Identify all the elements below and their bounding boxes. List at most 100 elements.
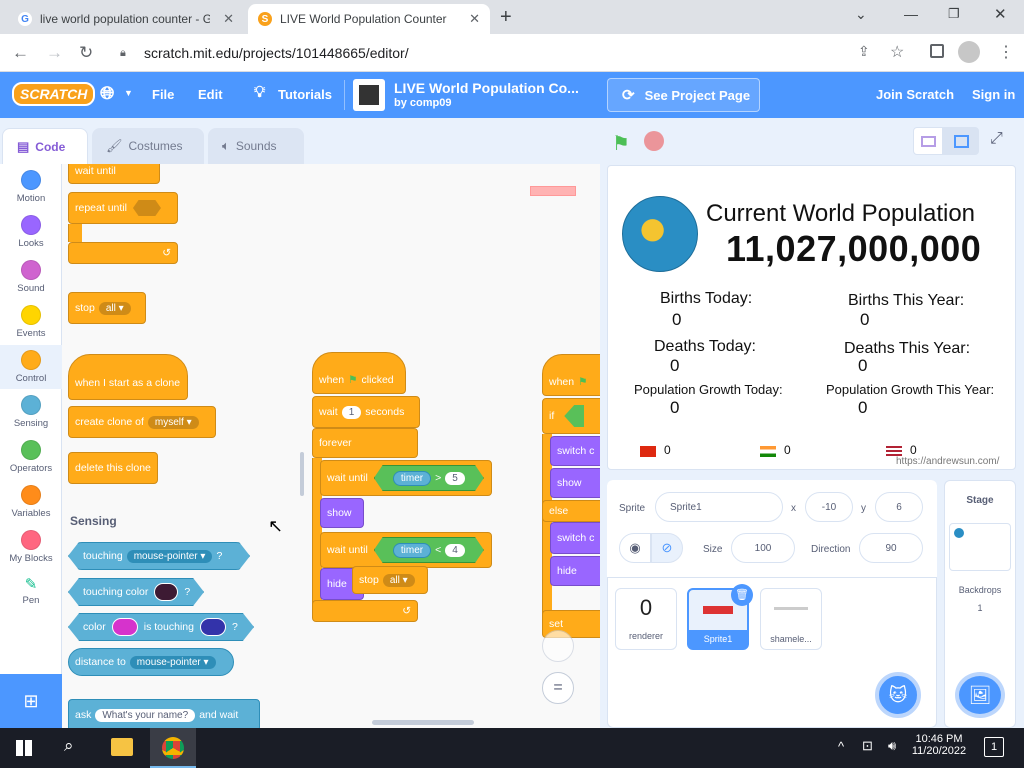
tab-costumes[interactable]: 🖌︎ Costumes	[92, 128, 204, 164]
close-tab-icon[interactable]: ✕	[223, 11, 234, 27]
sprite-card-renderer[interactable]: 0 renderer	[615, 588, 677, 650]
minimize-icon[interactable]: —	[904, 6, 918, 22]
zoom-reset-button[interactable]: =	[542, 672, 574, 704]
volume-icon[interactable]: 🔊︎	[888, 738, 896, 754]
profile-avatar[interactable]	[958, 41, 980, 63]
large-stage-button[interactable]	[943, 127, 979, 155]
add-extension-button[interactable]: ⊞	[0, 674, 62, 728]
fullscreen-icon[interactable]: ⤢	[990, 130, 1003, 148]
size-input[interactable]: 100	[731, 533, 795, 563]
browser-tab-scratch[interactable]: S LIVE World Population Counter o ✕	[248, 4, 490, 34]
block-distance-to[interactable]: distance to mouse-pointer ▾	[68, 648, 234, 676]
block-switch-costume[interactable]: switch c	[550, 436, 600, 466]
category-pen[interactable]: ✎ Pen	[0, 575, 62, 606]
block-touching-color[interactable]: touching color ?	[68, 578, 204, 606]
sidepanel-icon[interactable]	[930, 44, 944, 58]
join-scratch-link[interactable]: Join Scratch	[876, 87, 954, 102]
see-project-page-button[interactable]: ⟳ See Project Page	[607, 78, 760, 112]
block-show-2[interactable]: show	[550, 468, 600, 498]
block-stop-all-dragged[interactable]: stop all ▾	[352, 566, 428, 594]
category-motion[interactable]: Motion	[0, 170, 62, 204]
category-myblocks[interactable]: My Blocks	[0, 530, 62, 564]
search-icon[interactable]: ⌕	[64, 736, 74, 756]
chevron-down-icon[interactable]: ▼	[124, 88, 133, 98]
block-hide-2[interactable]: hide	[550, 556, 600, 586]
y-input[interactable]: 6	[875, 492, 923, 522]
green-flag-icon[interactable]: ⚑	[612, 131, 630, 156]
block-color-touching-color[interactable]: color is touching ?	[68, 613, 254, 641]
category-operators[interactable]: Operators	[0, 440, 62, 474]
tab-sounds[interactable]: 🔈︎ Sounds	[208, 128, 304, 164]
category-sound[interactable]: Sound	[0, 260, 62, 294]
block-delete-clone[interactable]: delete this clone	[68, 452, 158, 484]
chevron-down-icon[interactable]: ⌄	[855, 6, 867, 23]
direction-input[interactable]: 90	[859, 533, 923, 563]
block-ask-and-wait[interactable]: ask What's your name? and wait	[68, 699, 260, 728]
color-swatch[interactable]	[154, 583, 179, 601]
close-tab-icon[interactable]: ✕	[469, 11, 480, 27]
globe-icon[interactable]: 🌐︎	[100, 83, 114, 104]
browser-tab-google[interactable]: G live world population counter - G ✕	[8, 4, 244, 34]
script-h-scrollbar[interactable]	[372, 720, 474, 725]
small-stage-button[interactable]	[913, 127, 943, 155]
zoom-in-button[interactable]	[542, 630, 574, 662]
category-variables[interactable]: Variables	[0, 485, 62, 519]
sprite-card-sprite1[interactable]: Sprite1 🗑︎	[687, 584, 753, 650]
windows-start-icon[interactable]	[16, 740, 32, 756]
block-wait-until[interactable]: wait until	[68, 164, 160, 184]
sprite-card-shameless[interactable]: shamele...	[760, 588, 822, 650]
menu-dots-icon[interactable]: ⋮	[998, 42, 1014, 62]
notification-icon[interactable]: 1	[984, 737, 1004, 757]
bookmark-star-icon[interactable]: ☆	[890, 42, 904, 62]
project-title[interactable]: LIVE World Population Co...	[394, 80, 579, 96]
block-when-flag-clicked-2[interactable]: when ⚑	[542, 354, 600, 396]
sprite-name-input[interactable]: Sprite1	[655, 492, 783, 522]
block-forever[interactable]: forever	[312, 428, 418, 458]
block-stop[interactable]: stop all ▾	[68, 292, 146, 324]
category-sensing[interactable]: Sensing	[0, 395, 62, 429]
category-events[interactable]: Events	[0, 305, 62, 339]
stop-icon[interactable]	[644, 131, 664, 151]
chevron-up-icon[interactable]: ^	[838, 739, 844, 754]
touching-dropdown[interactable]: mouse-pointer ▾	[126, 549, 213, 563]
add-sprite-button[interactable]: 🐱︎	[875, 672, 921, 718]
block-switch-costume-2[interactable]: switch c	[550, 522, 600, 554]
category-control[interactable]: Control	[0, 345, 62, 389]
network-icon[interactable]: ⊡	[862, 738, 873, 754]
show-sprite-button[interactable]: ◉	[619, 533, 651, 563]
hide-sprite-button[interactable]: ⊘	[651, 533, 683, 563]
menu-file[interactable]: File	[152, 87, 174, 102]
category-looks[interactable]: Looks	[0, 215, 62, 249]
block-wait-seconds[interactable]: wait 1 seconds	[312, 396, 420, 428]
palette-scrollbar[interactable]	[300, 452, 304, 496]
new-tab-icon[interactable]: +	[500, 6, 512, 29]
color-swatch-a[interactable]	[111, 618, 138, 636]
forward-icon[interactable]: →	[46, 43, 63, 63]
distance-dropdown[interactable]: mouse-pointer ▾	[129, 655, 216, 669]
sign-in-link[interactable]: Sign in	[972, 87, 1015, 102]
menu-edit[interactable]: Edit	[198, 87, 223, 102]
add-backdrop-button[interactable]: 🖼︎	[955, 672, 1005, 718]
block-show[interactable]: show	[320, 498, 364, 528]
clone-target-dropdown[interactable]: myself ▾	[147, 415, 199, 429]
block-if-else[interactable]: if	[542, 398, 600, 434]
back-icon[interactable]: ←	[12, 43, 29, 63]
window-close-icon[interactable]: ✕	[994, 5, 1007, 23]
scratch-logo[interactable]: SCRATCH	[12, 82, 96, 106]
block-wait-until-timer-lt[interactable]: wait until timer < 4	[320, 532, 492, 568]
restore-icon[interactable]: ❐	[948, 6, 960, 22]
stage-canvas[interactable]: Current World Population 11,027,000,000 …	[607, 165, 1016, 470]
tab-code[interactable]: ▤ Code	[2, 128, 88, 164]
ask-input[interactable]: What's your name?	[95, 708, 196, 722]
url-field[interactable]: 🔒︎ scratch.mit.edu/projects/101448665/ed…	[110, 40, 850, 66]
stage-thumbnail[interactable]	[949, 523, 1011, 571]
stop-dropdown[interactable]: all ▾	[98, 301, 131, 315]
operator-less-than[interactable]: timer < 4	[373, 537, 484, 563]
x-input[interactable]: -10	[805, 492, 853, 522]
block-when-clone-start[interactable]: when I start as a clone	[68, 354, 188, 400]
share-icon[interactable]: ⇪	[858, 43, 870, 60]
block-wait-until-timer-gt[interactable]: wait until timer > 5	[320, 460, 492, 496]
block-create-clone[interactable]: create clone of myself ▾	[68, 406, 216, 438]
block-when-flag-clicked[interactable]: when ⚑ clicked	[312, 352, 406, 394]
block-repeat-until[interactable]: repeat until	[68, 192, 178, 224]
